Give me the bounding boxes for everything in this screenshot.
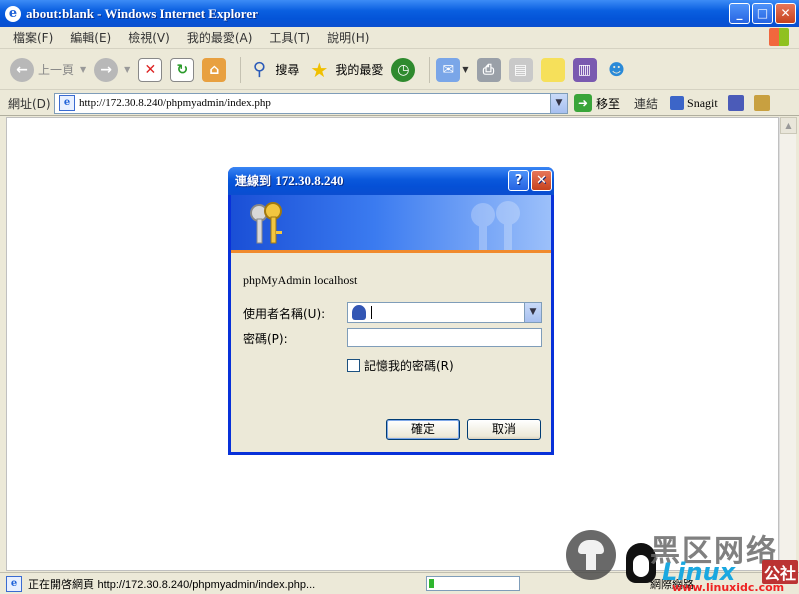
status-page-icon: e (6, 575, 22, 592)
research-button[interactable]: ▥ (572, 57, 597, 82)
back-button[interactable]: ← 上一頁 ▼ (10, 57, 86, 82)
snagit-button[interactable]: Snagit (670, 96, 718, 111)
page-icon: e (59, 95, 75, 111)
mail-button[interactable]: ✉ ▼ (436, 57, 469, 82)
maximize-button[interactable]: □ (752, 3, 773, 24)
search-label: 搜尋 (275, 63, 300, 77)
username-combobox[interactable]: ▼ (347, 302, 542, 323)
home-icon: ⌂ (202, 57, 227, 82)
dialog-help-button[interactable]: ? (508, 170, 529, 191)
refresh-button[interactable]: ↻ (170, 57, 195, 82)
mail-icon: ✉ (436, 57, 461, 82)
mail-dropdown-icon[interactable]: ▼ (462, 65, 468, 74)
menu-edit[interactable]: 編輯(E) (70, 29, 111, 46)
remember-password-checkbox[interactable]: 記憶我的密碼(R) (347, 357, 454, 374)
discuss-button[interactable] (540, 57, 565, 82)
snagit-capture-icon[interactable] (727, 95, 744, 111)
back-label: 上一頁 (38, 63, 75, 77)
password-field[interactable] (347, 328, 542, 347)
progress-bar (426, 576, 520, 591)
stop-icon: ✕ (138, 57, 163, 82)
favorites-label: 我的最愛 (335, 63, 384, 77)
go-button[interactable]: ➜ 移至 (574, 94, 620, 112)
zone-label: 網際網路 (650, 578, 694, 591)
close-button[interactable]: ✕ (775, 3, 796, 24)
menu-bar: 檔案(F) 編輯(E) 檢視(V) 我的最愛(A) 工具(T) 說明(H) (0, 27, 799, 49)
snagit-label: Snagit (687, 95, 718, 110)
status-text: 正在開啓網頁 http://172.30.8.240/phpmyadmin/in… (28, 576, 315, 592)
title-bar: e about:blank - Windows Internet Explore… (0, 0, 799, 27)
server-description: phpMyAdmin localhost (243, 273, 358, 287)
research-icon: ▥ (572, 57, 597, 82)
home-button[interactable]: ⌂ (202, 57, 227, 82)
messenger-button[interactable]: ☻ (605, 58, 629, 82)
forward-button[interactable]: → ▼ (94, 57, 130, 82)
search-icon: ⚲ (252, 59, 266, 80)
status-bar: e 正在開啓網頁 http://172.30.8.240/phpmyadmin/… (0, 572, 799, 594)
dialog-title-prefix: 連線到 (235, 174, 272, 188)
back-dropdown-icon[interactable]: ▼ (80, 65, 86, 74)
dialog-close-button[interactable]: ✕ (531, 170, 552, 191)
status-prefix: 正在開啓網頁 (28, 577, 94, 591)
scroll-up-icon[interactable]: ▲ (780, 117, 797, 134)
address-url[interactable]: http://172.30.8.240/phpmyadmin/index.php (79, 97, 271, 109)
history-icon: ◷ (391, 57, 416, 82)
toolbar-separator (240, 56, 242, 83)
window-controls: _ □ ✕ (729, 3, 796, 24)
toolbar-separator (429, 56, 431, 83)
menu-help[interactable]: 說明(H) (327, 29, 369, 46)
menu-tools[interactable]: 工具(T) (269, 29, 310, 46)
progress-fill (429, 579, 435, 588)
user-icon (352, 305, 366, 320)
menu-view[interactable]: 檢視(V) (128, 29, 170, 46)
menu-file[interactable]: 檔案(F) (13, 29, 53, 46)
dialog-title-host: 172.30.8.240 (275, 173, 344, 188)
dialog-title-bar: 連線到 172.30.8.240 ? ✕ (228, 167, 554, 195)
remember-password-label[interactable]: 記憶我的密碼(R) (364, 357, 454, 374)
cancel-button[interactable]: 取消 (467, 419, 541, 440)
edit-page-icon: ▤ (508, 57, 533, 82)
address-dropdown-icon[interactable]: ▼ (550, 93, 567, 113)
note-icon (540, 57, 565, 82)
links-button[interactable]: 連結 (634, 95, 658, 112)
history-button[interactable]: ◷ (391, 57, 416, 82)
toolbar: ← 上一頁 ▼ → ▼ ✕ ↻ ⌂ ⚲ 搜尋 ★ 我的最愛 ◷ ✉ ▼ ⎙ ▤ … (0, 50, 799, 90)
dialog-banner (231, 195, 551, 253)
username-label: 使用者名稱(U): (243, 307, 326, 321)
checkbox-box[interactable] (347, 359, 360, 372)
keys-watermark-icon (471, 201, 520, 250)
print-button[interactable]: ⎙ (476, 57, 501, 82)
address-input[interactable]: e http://172.30.8.240/phpmyadmin/index.p… (54, 92, 568, 114)
username-dropdown-icon[interactable]: ▼ (524, 303, 541, 322)
vertical-scrollbar[interactable]: ▲ (779, 117, 797, 571)
go-arrow-icon: ➜ (574, 94, 592, 112)
login-dialog: 連線到 172.30.8.240 ? ✕ phpMyAdmin localhos… (228, 167, 554, 455)
favorites-button[interactable]: ★ 我的最愛 (307, 58, 383, 82)
text-caret (371, 306, 372, 319)
menu-favorites[interactable]: 我的最愛(A) (187, 29, 253, 46)
refresh-icon: ↻ (170, 57, 195, 82)
stop-button[interactable]: ✕ (138, 57, 163, 82)
address-bar: 網址(D) e http://172.30.8.240/phpmyadmin/i… (0, 91, 799, 116)
messenger-icon: ☻ (608, 60, 625, 79)
status-url: http://172.30.8.240/phpmyadmin/index.php… (97, 578, 316, 591)
snagit-icon (670, 96, 685, 110)
ie-icon: e (5, 5, 21, 22)
go-label: 移至 (596, 96, 621, 111)
address-label: 網址(D) (8, 96, 51, 111)
forward-dropdown-icon[interactable]: ▼ (124, 65, 130, 74)
ok-button[interactable]: 確定 (386, 419, 460, 440)
star-icon: ★ (310, 57, 329, 82)
search-button[interactable]: ⚲ 搜尋 (247, 58, 300, 82)
forward-arrow-icon: → (94, 57, 119, 82)
snagit-edit-icon[interactable] (753, 95, 770, 111)
edit-button[interactable]: ▤ (508, 57, 533, 82)
keys-icon (250, 202, 282, 244)
minimize-button[interactable]: _ (729, 3, 750, 24)
back-arrow-icon: ← (10, 57, 34, 82)
password-label: 密碼(P): (243, 332, 288, 346)
printer-icon: ⎙ (476, 57, 501, 82)
window-title: about:blank - Windows Internet Explorer (26, 5, 258, 21)
windows-logo-icon (769, 28, 789, 46)
